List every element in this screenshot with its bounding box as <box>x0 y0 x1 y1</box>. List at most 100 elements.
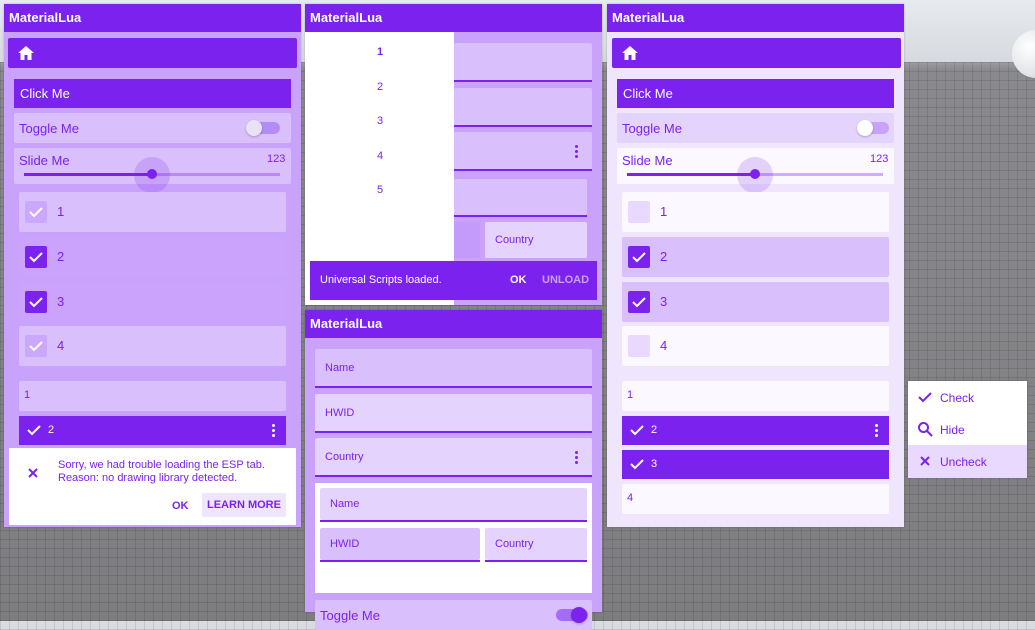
snackbar-ok-button[interactable]: OK <box>510 274 527 286</box>
window-title[interactable]: MaterialLua <box>607 4 904 32</box>
page-number-4[interactable]: 4 <box>377 150 383 162</box>
slider-knob[interactable] <box>147 169 157 179</box>
dialog-ok-button[interactable]: OK <box>172 500 189 512</box>
menu-item-uncheck[interactable]: Uncheck <box>908 445 1027 478</box>
field-underline <box>315 475 592 477</box>
close-icon[interactable] <box>28 468 38 478</box>
field-underline <box>320 520 587 522</box>
field-underline <box>315 431 592 433</box>
list-item-selected[interactable]: 2 <box>19 416 286 445</box>
field-row[interactable] <box>454 179 587 215</box>
slider-row: Slide Me 123 <box>617 148 894 193</box>
slider-knob[interactable] <box>750 169 760 179</box>
field-underline <box>454 125 592 127</box>
page-number-3[interactable]: 3 <box>377 115 383 127</box>
checkbox-3[interactable] <box>628 291 650 313</box>
checkbox-row[interactable]: 1 <box>622 192 889 232</box>
field-row[interactable] <box>454 222 480 258</box>
nav-bar <box>612 38 901 68</box>
list-item-label: 1 <box>627 389 634 401</box>
checkbox-2[interactable] <box>628 246 650 268</box>
checkbox-row[interactable]: 3 <box>622 282 889 322</box>
field-row[interactable] <box>454 132 592 170</box>
grid-name-field[interactable]: Name <box>320 488 587 520</box>
grid-country-field[interactable]: Country <box>485 528 587 560</box>
checkbox-label: 2 <box>57 249 65 264</box>
list-item-label: 1 <box>24 389 31 401</box>
click-me-button[interactable]: Click Me <box>14 79 291 108</box>
checkbox-row[interactable]: 2 <box>622 237 889 277</box>
checkbox-row[interactable]: 2 <box>19 237 286 277</box>
country-field[interactable]: Country <box>315 438 592 476</box>
toggle-row[interactable]: Toggle Me <box>315 600 592 630</box>
check-icon <box>29 207 43 218</box>
page-number-5[interactable]: 5 <box>377 184 383 196</box>
toggle-thumb <box>857 120 873 136</box>
snackbar-unload-button[interactable]: UNLOAD <box>542 274 589 286</box>
list-item-label: 3 <box>651 458 658 470</box>
more-icon[interactable] <box>575 451 579 466</box>
snackbar: Universal Scripts loaded. OK UNLOAD <box>310 261 597 300</box>
home-icon[interactable] <box>18 46 34 60</box>
field-underline <box>485 560 587 562</box>
toggle-row[interactable]: Toggle Me <box>617 113 894 143</box>
checkbox-label: 4 <box>57 338 65 353</box>
learn-more-button[interactable]: LEARN MORE <box>202 493 286 517</box>
field-label: Name <box>330 498 360 510</box>
more-icon[interactable] <box>575 145 579 160</box>
name-field[interactable]: Name <box>315 349 592 387</box>
checkbox-3[interactable] <box>25 291 47 313</box>
checkbox-1[interactable] <box>25 201 47 223</box>
menu-item-check[interactable]: Check <box>908 381 1027 413</box>
field-label: Country <box>325 451 364 463</box>
check-icon <box>918 392 932 403</box>
click-me-button[interactable]: Click Me <box>617 79 894 108</box>
checkbox-label: 1 <box>57 204 65 219</box>
slider-track-filled <box>24 173 152 176</box>
list-item[interactable]: 4 <box>622 484 889 514</box>
field-row[interactable] <box>454 88 592 126</box>
toggle-label: Toggle Me <box>622 121 682 136</box>
field-underline <box>315 386 592 388</box>
checkbox-row[interactable]: 3 <box>19 282 286 322</box>
checkbox-row[interactable]: 4 <box>19 326 286 366</box>
field-row[interactable] <box>454 43 592 81</box>
list-item[interactable]: 1 <box>622 381 889 411</box>
grid-hwid-field[interactable]: HWID <box>320 528 480 560</box>
list-item-label: 4 <box>627 492 634 504</box>
more-icon[interactable] <box>272 424 276 439</box>
country-field[interactable]: Country <box>485 222 587 258</box>
nav-bar <box>8 38 297 68</box>
country-label: Country <box>495 234 534 246</box>
window-mid-top: MaterialLua 1 2 3 4 5 Country Universal … <box>305 4 602 305</box>
checkbox-1[interactable] <box>628 201 650 223</box>
field-label: Country <box>495 538 534 550</box>
window-title[interactable]: MaterialLua <box>305 310 602 338</box>
more-icon[interactable] <box>875 424 879 439</box>
page-number-2[interactable]: 2 <box>377 81 383 93</box>
grid-group: Name HWID Country <box>315 483 592 593</box>
checkbox-row[interactable]: 1 <box>19 192 286 232</box>
window-title[interactable]: MaterialLua <box>4 4 301 32</box>
slider-label: Slide Me <box>622 153 673 168</box>
checkbox-row[interactable]: 4 <box>622 326 889 366</box>
window-title[interactable]: MaterialLua <box>305 4 602 32</box>
hwid-field[interactable]: HWID <box>315 394 592 432</box>
list-item-selected[interactable]: 2 <box>622 416 889 445</box>
slider-value: 123 <box>267 153 286 165</box>
checkbox-label: 4 <box>660 338 668 353</box>
menu-item-label: Hide <box>940 423 965 437</box>
menu-item-hide[interactable]: Hide <box>908 413 1027 445</box>
checkbox-4[interactable] <box>628 335 650 357</box>
context-menu: Check Hide Uncheck <box>908 381 1027 478</box>
check-icon <box>632 252 646 263</box>
checkbox-2[interactable] <box>25 246 47 268</box>
field-label: HWID <box>325 407 355 419</box>
list-item[interactable]: 1 <box>19 381 286 411</box>
toggle-row[interactable]: Toggle Me <box>14 113 291 143</box>
home-icon[interactable] <box>622 46 638 60</box>
list-item-selected[interactable]: 3 <box>622 450 889 479</box>
page-number-1[interactable]: 1 <box>377 46 383 58</box>
checkbox-4[interactable] <box>25 335 47 357</box>
window-right: MaterialLua Click Me Toggle Me Slide Me … <box>607 4 904 527</box>
